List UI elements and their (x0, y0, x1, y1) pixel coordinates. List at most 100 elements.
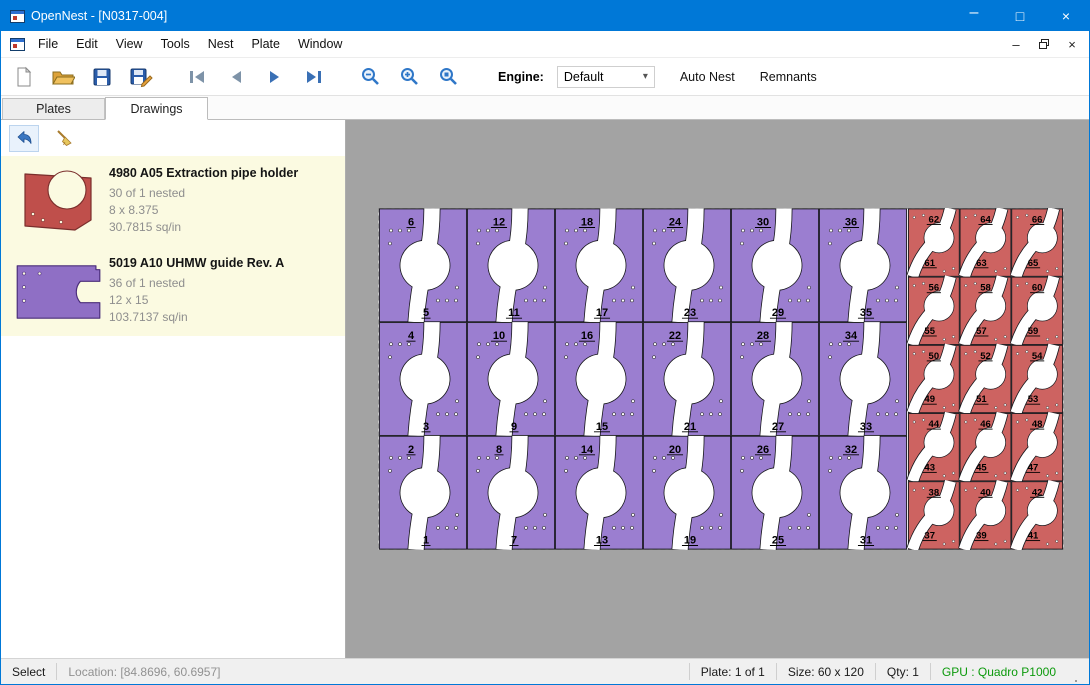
part-number[interactable]: 2 (408, 444, 414, 456)
part-number[interactable]: 10 (493, 330, 505, 342)
nest-tile-purple[interactable]: 21 (379, 436, 466, 550)
part-number[interactable]: 26 (757, 444, 769, 456)
part-number[interactable]: 3 (423, 421, 429, 433)
auto-nest-button[interactable]: Auto Nest (680, 70, 735, 84)
nest-tile-red[interactable]: 6463 (960, 209, 1011, 277)
part-number[interactable]: 55 (924, 326, 935, 337)
part-number[interactable]: 41 (1028, 531, 1039, 542)
part-number[interactable]: 22 (669, 330, 681, 342)
new-button[interactable] (9, 62, 39, 92)
zoom-out-button[interactable] (355, 62, 385, 92)
menu-plate[interactable]: Plate (242, 31, 289, 58)
part-number[interactable]: 28 (757, 330, 769, 342)
part-number[interactable]: 18 (581, 217, 593, 229)
drawing-item-2[interactable]: 5019 A10 UHMW guide Rev. A 36 of 1 neste… (1, 246, 345, 336)
nest-tile-purple[interactable]: 32 31 (819, 436, 906, 550)
part-number[interactable]: 39 (976, 531, 987, 542)
part-number[interactable]: 24 (669, 217, 682, 229)
nest-tile-purple[interactable]: 65 (379, 209, 466, 323)
part-number[interactable]: 36 (845, 217, 857, 229)
open-button[interactable] (48, 62, 78, 92)
part-number[interactable]: 43 (924, 462, 935, 473)
nest-tile-red[interactable]: 60 59 (1012, 277, 1063, 345)
part-number[interactable]: 57 (976, 326, 987, 337)
menu-view[interactable]: View (107, 31, 152, 58)
nest-tile-purple[interactable]: 109 (467, 322, 554, 436)
part-number[interactable]: 64 (980, 215, 991, 226)
nest-tile-red[interactable]: 58 57 (960, 277, 1011, 345)
part-number[interactable]: 60 (1032, 283, 1043, 294)
part-number[interactable]: 1 (423, 535, 429, 547)
menu-tools[interactable]: Tools (152, 31, 199, 58)
nest-tile-purple[interactable]: 87 (467, 436, 554, 550)
nest-tile-purple[interactable]: 26 25 (731, 436, 818, 550)
window-maximize-button[interactable]: □ (997, 1, 1043, 31)
part-number[interactable]: 5 (423, 307, 429, 319)
nest-canvas[interactable]: 6512111817242330293635431091615222128273… (346, 120, 1089, 658)
part-number[interactable]: 17 (596, 307, 608, 319)
engine-select[interactable]: Default ▾ (557, 66, 655, 88)
part-number[interactable]: 32 (845, 444, 857, 456)
part-number[interactable]: 48 (1032, 419, 1043, 430)
part-number[interactable]: 15 (596, 421, 608, 433)
zoom-in-button[interactable] (394, 62, 424, 92)
nest-tile-purple[interactable]: 36 35 (819, 209, 906, 323)
remnants-button[interactable]: Remnants (760, 70, 817, 84)
nest-tile-red[interactable]: 6261 (908, 209, 959, 277)
document-window-icon[interactable] (10, 38, 25, 51)
nest-tile-red[interactable]: 48 47 (1012, 413, 1063, 481)
nest-tile-red[interactable]: 3837 (908, 481, 959, 549)
part-number[interactable]: 52 (980, 351, 991, 362)
save-as-button[interactable] (126, 62, 156, 92)
part-number[interactable]: 61 (924, 258, 935, 269)
nest-tile-red[interactable]: 4645 (960, 413, 1011, 481)
part-number[interactable]: 35 (860, 307, 872, 319)
part-number[interactable]: 51 (976, 394, 987, 405)
menu-edit[interactable]: Edit (67, 31, 107, 58)
nest-tile-purple[interactable]: 2221 (643, 322, 730, 436)
nest-tile-purple[interactable]: 2423 (643, 209, 730, 323)
previous-plate-button[interactable] (221, 62, 251, 92)
nest-tile-purple[interactable]: 43 (379, 322, 466, 436)
nest-tile-red[interactable]: 5049 (908, 345, 959, 413)
import-drawing-button[interactable] (9, 125, 39, 152)
part-number[interactable]: 13 (596, 535, 608, 547)
last-plate-button[interactable] (299, 62, 329, 92)
part-number[interactable]: 16 (581, 330, 593, 342)
next-plate-button[interactable] (260, 62, 290, 92)
clear-drawings-button[interactable] (49, 125, 79, 152)
nest-tile-purple[interactable]: 3029 (731, 209, 818, 323)
nest-tile-purple[interactable]: 1615 (555, 322, 642, 436)
nest-tile-red[interactable]: 52 51 (960, 345, 1011, 413)
first-plate-button[interactable] (182, 62, 212, 92)
part-number[interactable]: 31 (860, 535, 872, 547)
part-number[interactable]: 4 (408, 330, 415, 342)
part-number[interactable]: 25 (772, 535, 784, 547)
part-number[interactable]: 33 (860, 421, 872, 433)
part-number[interactable]: 59 (1028, 326, 1039, 337)
tab-plates[interactable]: Plates (2, 98, 105, 119)
part-number[interactable]: 7 (511, 535, 517, 547)
mdi-close-button[interactable]: × (1061, 35, 1083, 53)
part-number[interactable]: 58 (980, 283, 991, 294)
menu-nest[interactable]: Nest (199, 31, 243, 58)
part-number[interactable]: 53 (1028, 394, 1039, 405)
part-number[interactable]: 50 (929, 351, 940, 362)
menu-file[interactable]: File (29, 31, 67, 58)
plate[interactable]: 6512111817242330293635431091615222128273… (378, 208, 1064, 550)
part-number[interactable]: 47 (1028, 462, 1039, 473)
nest-tile-purple[interactable]: 1413 (555, 436, 642, 550)
part-number[interactable]: 65 (1028, 258, 1039, 269)
nest-tile-purple[interactable]: 2827 (731, 322, 818, 436)
part-number[interactable]: 38 (929, 487, 940, 498)
save-button[interactable] (87, 62, 117, 92)
nest-tile-purple[interactable]: 1817 (555, 209, 642, 323)
part-number[interactable]: 6 (408, 217, 414, 229)
nest-tile-red[interactable]: 4443 (908, 413, 959, 481)
part-number[interactable]: 8 (496, 444, 502, 456)
nest-tile-red[interactable]: 4039 (960, 481, 1011, 549)
part-number[interactable]: 29 (772, 307, 784, 319)
nest-tile-red[interactable]: 6665 (1012, 209, 1063, 277)
part-number[interactable]: 45 (976, 462, 987, 473)
nest-tile-purple[interactable]: 1211 (467, 209, 554, 323)
